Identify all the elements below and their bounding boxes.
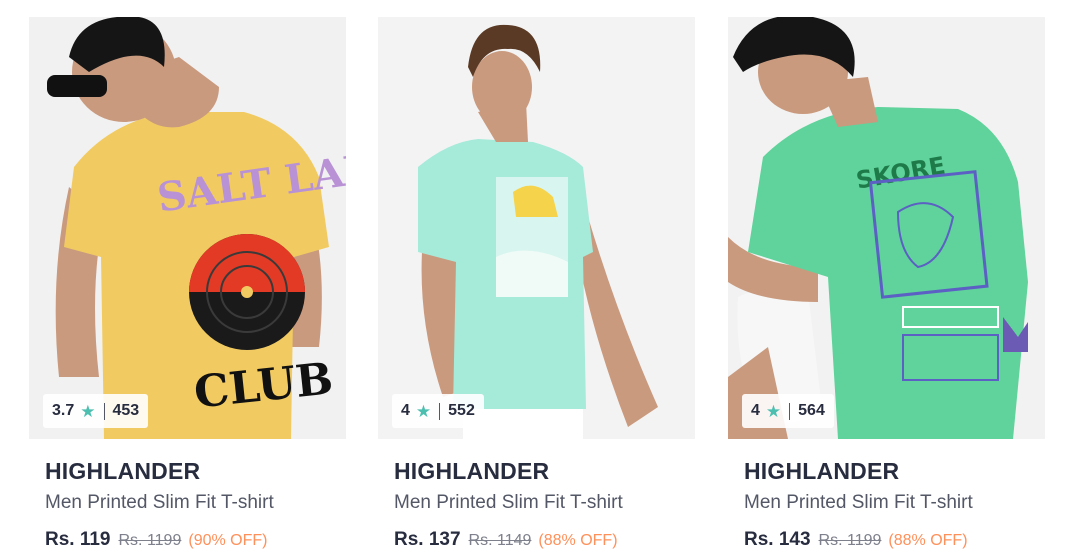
product-brand: HIGHLANDER <box>45 458 201 484</box>
product-brand: HIGHLANDER <box>394 458 550 484</box>
model-green-tshirt-image: SKORE <box>728 17 1045 439</box>
product-name: Men Printed Slim Fit T-shirt <box>744 492 973 513</box>
price-row: Rs. 137 Rs. 1149 (88% OFF) <box>394 528 695 553</box>
rating-badge: 4 ★ 552 <box>392 394 484 428</box>
star-icon: ★ <box>80 401 96 421</box>
product-card[interactable]: SKORE 4 ★ 564 HIGHLANDER Men Printed Sli… <box>728 17 1045 556</box>
product-info: HIGHLANDER Men Printed Slim Fit T-shirt … <box>29 457 346 553</box>
rating-badge: 3.7 ★ 453 <box>43 394 149 428</box>
model-yellow-tshirt-image: SALT LAKE CLUB <box>29 17 346 439</box>
product-card[interactable]: SALT LAKE CLUB 3.7 ★ 453 HIGHLANDER Men … <box>29 17 346 556</box>
rating-count: 552 <box>448 402 475 419</box>
product-discount: (90% OFF) <box>188 532 268 549</box>
product-image[interactable]: SKORE 4 ★ 564 <box>728 17 1045 439</box>
product-price: Rs. 119 <box>45 529 111 550</box>
rating-divider <box>789 402 791 420</box>
price-row: Rs. 119 Rs. 1199 (90% OFF) <box>45 528 346 553</box>
product-info: HIGHLANDER Men Printed Slim Fit T-shirt … <box>378 457 695 553</box>
product-info: HIGHLANDER Men Printed Slim Fit T-shirt … <box>728 457 1045 553</box>
rating-badge: 4 ★ 564 <box>742 394 834 428</box>
star-icon: ★ <box>765 401 782 421</box>
product-image[interactable]: SALT LAKE CLUB 3.7 ★ 453 <box>29 17 346 439</box>
rating-count: 453 <box>112 402 140 419</box>
rating-divider <box>439 402 441 420</box>
product-name: Men Printed Slim Fit T-shirt <box>394 492 623 513</box>
product-image[interactable]: 4 ★ 552 <box>378 17 695 439</box>
rating-divider <box>103 402 105 420</box>
rating-value: 3.7 <box>52 402 75 419</box>
product-price: Rs. 137 <box>394 529 461 550</box>
product-brand: HIGHLANDER <box>744 458 900 484</box>
product-price: Rs. 143 <box>744 529 811 550</box>
rating-value: 4 <box>401 402 410 419</box>
star-icon: ★ <box>415 401 432 421</box>
rating-count: 564 <box>798 402 825 419</box>
product-mrp: Rs. 1199 <box>118 532 182 549</box>
product-mrp: Rs. 1199 <box>818 532 882 549</box>
price-row: Rs. 143 Rs. 1199 (88% OFF) <box>744 528 1045 553</box>
product-grid: SALT LAKE CLUB 3.7 ★ 453 HIGHLANDER Men … <box>0 0 1080 556</box>
product-discount: (88% OFF) <box>888 532 968 549</box>
product-mrp: Rs. 1149 <box>468 532 532 549</box>
product-discount: (88% OFF) <box>538 532 618 549</box>
product-card[interactable]: 4 ★ 552 HIGHLANDER Men Printed Slim Fit … <box>378 17 695 556</box>
model-aqua-tshirt-image <box>378 17 695 439</box>
rating-value: 4 <box>751 402 760 419</box>
product-name: Men Printed Slim Fit T-shirt <box>45 492 274 513</box>
